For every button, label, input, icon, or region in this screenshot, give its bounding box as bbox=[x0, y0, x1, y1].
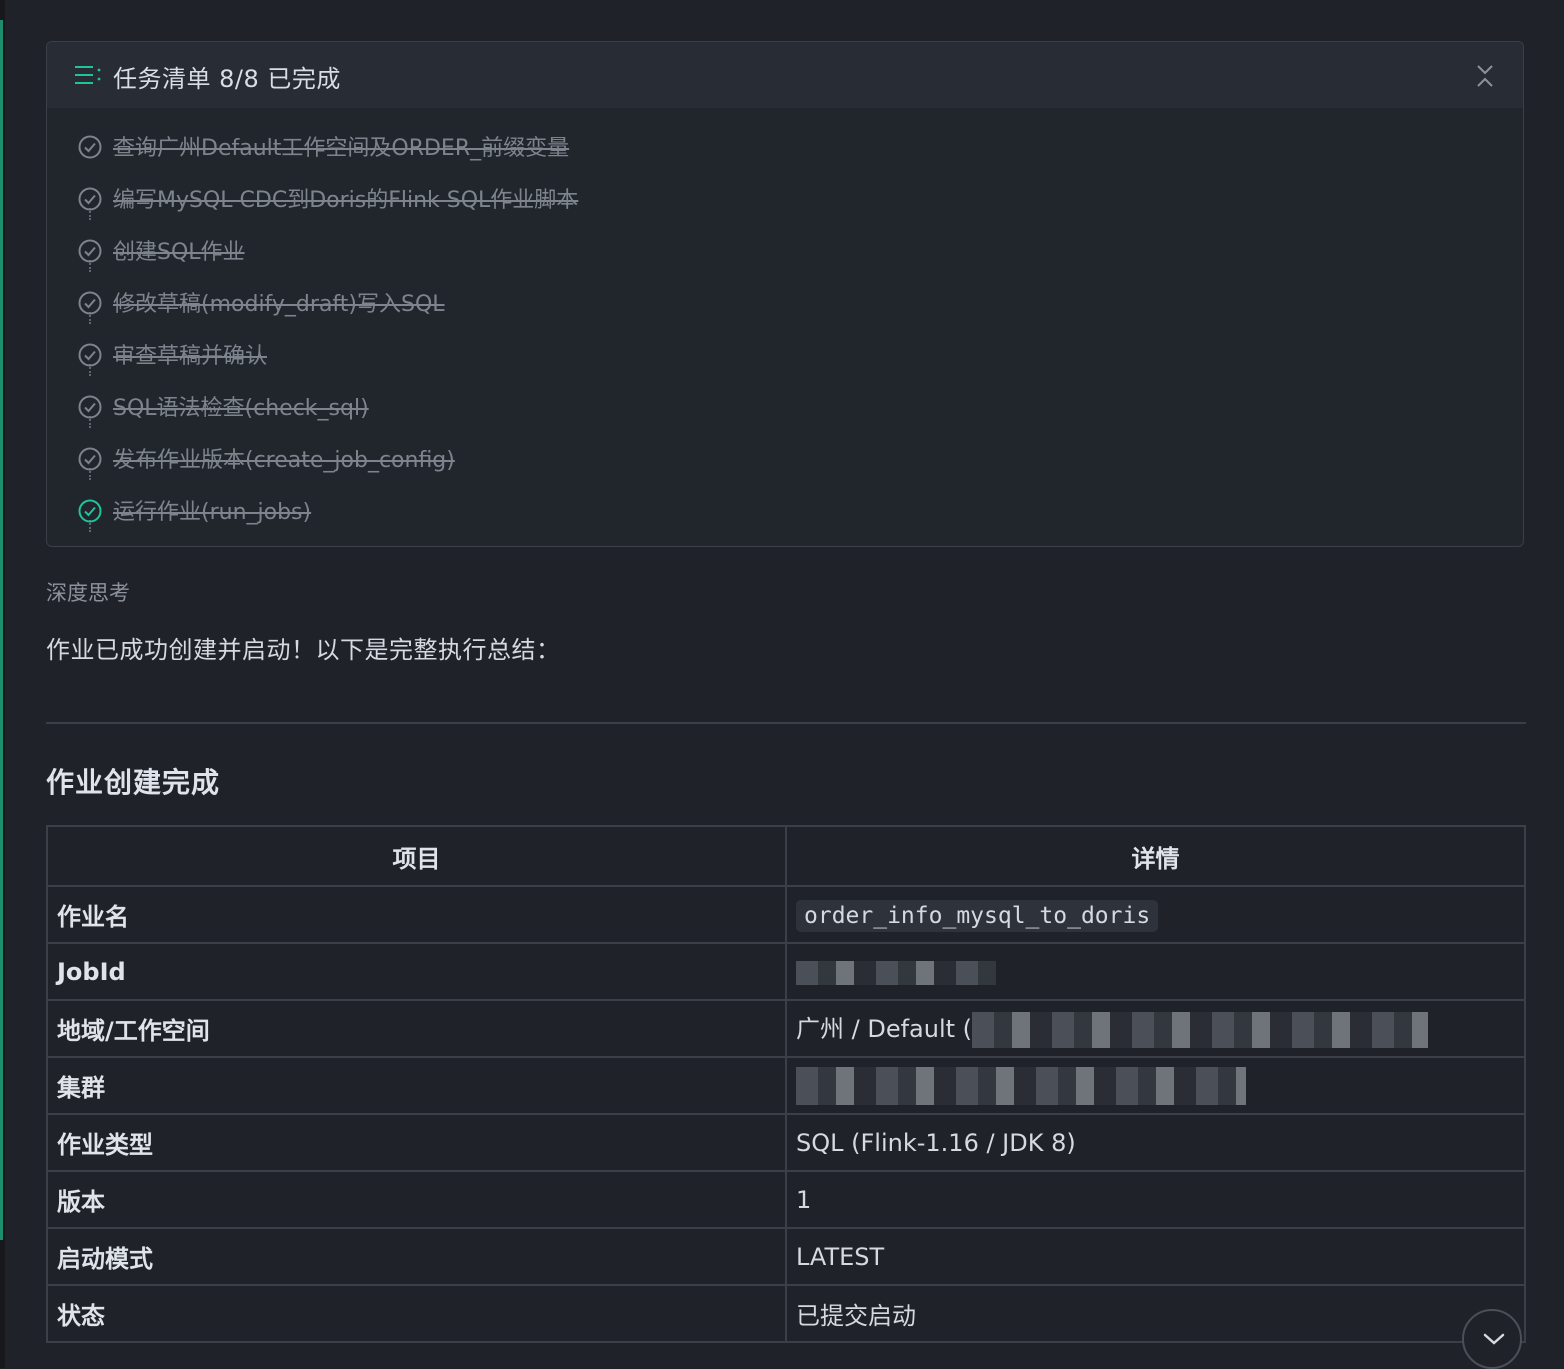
section-title: 作业创建完成 bbox=[46, 766, 221, 799]
row-value: 已提交启动 bbox=[785, 1284, 1526, 1343]
task-item: SQL语法检查(check_sql) bbox=[77, 390, 977, 421]
row-value bbox=[785, 1056, 1526, 1115]
row-key: 状态 bbox=[46, 1284, 787, 1343]
divider bbox=[46, 722, 1526, 724]
task-label: 创建SQL作业 bbox=[113, 240, 245, 265]
task-label: 修改草稿(modify_draft)写入SQL bbox=[113, 292, 445, 317]
check-circle-icon bbox=[78, 291, 102, 315]
redacted-value bbox=[972, 1012, 1429, 1048]
collapse-icon[interactable] bbox=[1473, 62, 1497, 90]
row-key: JobId bbox=[46, 942, 787, 1001]
table-row: 作业名 order_info_mysql_to_doris bbox=[46, 885, 1526, 944]
task-panel-header[interactable]: 任务清单 8/8 已完成 bbox=[47, 42, 1523, 108]
task-item: 编写MySQL CDC到Doris的Flink SQL作业脚本 bbox=[77, 182, 977, 213]
row-key: 集群 bbox=[46, 1056, 787, 1115]
row-value: 广州 / Default ( bbox=[785, 999, 1526, 1058]
row-key: 启动模式 bbox=[46, 1227, 787, 1286]
column-header: 详情 bbox=[785, 825, 1526, 887]
row-value: SQL (Flink-1.16 / JDK 8) bbox=[785, 1113, 1526, 1172]
table-row: 集群 bbox=[46, 1056, 1526, 1115]
table-header-row: 项目 详情 bbox=[46, 825, 1526, 887]
thinking-label[interactable]: 深度思考 bbox=[46, 577, 130, 607]
task-panel: 任务清单 8/8 已完成 查询广州Default工作空间及ORDER_前缀变量 … bbox=[46, 41, 1524, 547]
task-item: 创建SQL作业 bbox=[77, 234, 977, 265]
check-circle-icon bbox=[78, 343, 102, 367]
check-circle-icon bbox=[78, 395, 102, 419]
table-row: 地域/工作空间 广州 / Default ( bbox=[46, 999, 1526, 1058]
check-circle-icon bbox=[78, 447, 102, 471]
check-circle-icon bbox=[78, 239, 102, 263]
task-label: 运行作业(run_jobs) bbox=[113, 500, 312, 525]
task-label: 查询广州Default工作空间及ORDER_前缀变量 bbox=[113, 136, 570, 161]
region-text: 广州 / Default ( bbox=[796, 1015, 973, 1043]
redacted-value bbox=[796, 960, 996, 985]
scroll-down-button[interactable] bbox=[1462, 1309, 1522, 1369]
check-circle-icon bbox=[78, 499, 102, 523]
table-row: 启动模式 LATEST bbox=[46, 1227, 1526, 1286]
table-row: 作业类型 SQL (Flink-1.16 / JDK 8) bbox=[46, 1113, 1526, 1172]
row-key: 版本 bbox=[46, 1170, 787, 1229]
column-header: 项目 bbox=[46, 825, 787, 887]
task-label: SQL语法检查(check_sql) bbox=[113, 396, 369, 421]
row-value bbox=[785, 942, 1526, 1001]
job-name-code: order_info_mysql_to_doris bbox=[796, 899, 1159, 932]
left-edge bbox=[0, 0, 5, 1368]
check-circle-icon bbox=[78, 135, 102, 159]
task-item: 发布作业版本(create_job_config) bbox=[77, 442, 977, 473]
task-item: 查询广州Default工作空间及ORDER_前缀变量 bbox=[77, 130, 977, 161]
row-key: 作业类型 bbox=[46, 1113, 787, 1172]
redacted-value bbox=[796, 1066, 1246, 1105]
row-value: 1 bbox=[785, 1170, 1526, 1229]
row-value: LATEST bbox=[785, 1227, 1526, 1286]
check-circle-icon bbox=[78, 187, 102, 211]
chevron-down-icon bbox=[1483, 1333, 1505, 1345]
task-item: 审查草稿并确认 bbox=[77, 338, 977, 369]
task-item: 修改草稿(modify_draft)写入SQL bbox=[77, 286, 977, 317]
info-table: 项目 详情 作业名 order_info_mysql_to_doris JobI… bbox=[46, 825, 1526, 1343]
table-row: 状态 已提交启动 bbox=[46, 1284, 1526, 1343]
task-panel-title: 任务清单 8/8 已完成 bbox=[113, 65, 341, 93]
table-row: 版本 1 bbox=[46, 1170, 1526, 1229]
task-label: 编写MySQL CDC到Doris的Flink SQL作业脚本 bbox=[113, 188, 579, 213]
task-item-active: 运行作业(run_jobs) bbox=[77, 494, 977, 525]
row-key: 地域/工作空间 bbox=[46, 999, 787, 1058]
row-key: 作业名 bbox=[46, 885, 787, 944]
task-label: 发布作业版本(create_job_config) bbox=[113, 448, 455, 473]
left-accent-bar bbox=[0, 20, 3, 1240]
row-value: order_info_mysql_to_doris bbox=[785, 885, 1526, 944]
task-label: 审查草稿并确认 bbox=[113, 344, 268, 369]
summary-text: 作业已成功创建并启动！以下是完整执行总结： bbox=[46, 636, 561, 664]
list-icon bbox=[75, 66, 101, 84]
table-row: JobId bbox=[46, 942, 1526, 1001]
